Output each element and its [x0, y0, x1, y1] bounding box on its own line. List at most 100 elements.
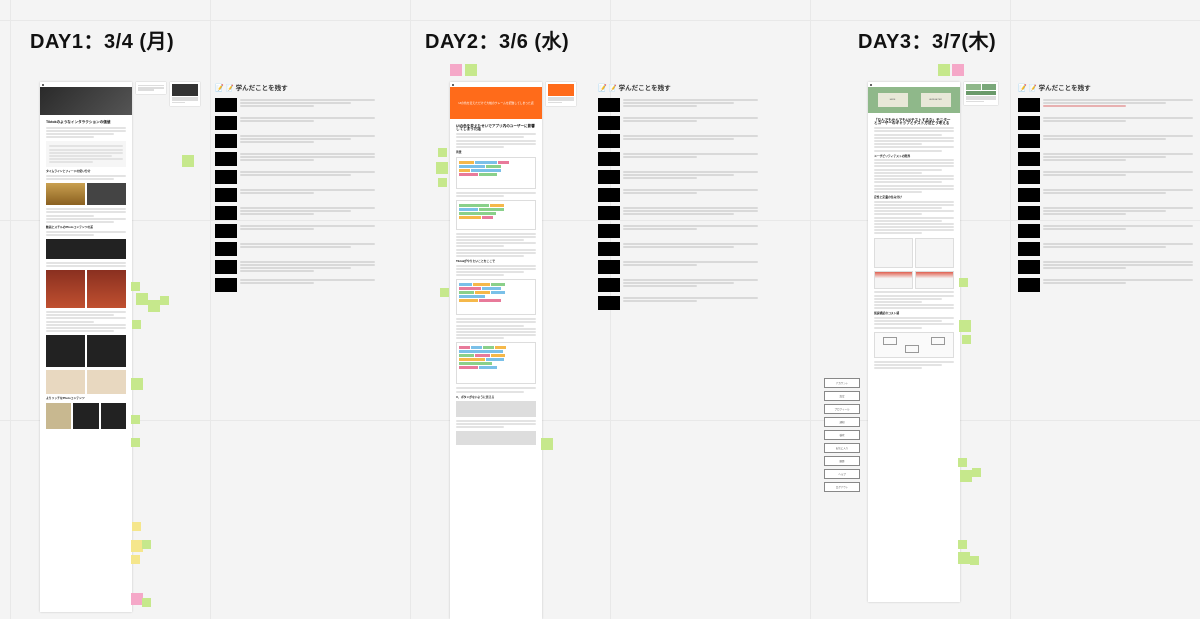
- sticky-note[interactable]: [131, 555, 140, 564]
- day1-section-3: よりリッチなPhotoコンテンツ: [46, 397, 126, 400]
- note-item[interactable]: [215, 152, 375, 166]
- note-item[interactable]: [215, 224, 375, 238]
- note-item[interactable]: [598, 98, 758, 112]
- note-item[interactable]: [1018, 224, 1193, 238]
- note-item[interactable]: [598, 296, 758, 310]
- label-item[interactable]: 設定: [824, 391, 860, 401]
- label-item[interactable]: プロフィール: [824, 404, 860, 414]
- note-item[interactable]: [598, 170, 758, 184]
- day1-sidecard-1[interactable]: [136, 82, 166, 94]
- sticky-note[interactable]: [160, 296, 169, 305]
- note-item[interactable]: [598, 152, 758, 166]
- sticky-note[interactable]: [440, 288, 449, 297]
- sticky-note[interactable]: [131, 378, 143, 390]
- note-item[interactable]: [598, 224, 758, 238]
- sticky-note[interactable]: [132, 522, 141, 531]
- sticky-note[interactable]: [962, 335, 971, 344]
- note-item[interactable]: [598, 242, 758, 256]
- day3-section-2: 定性と定量の住み分け: [874, 196, 954, 199]
- day2-headline: UIの色を変えたせいでアプリ内のユーザーに影響してしまった話: [456, 125, 536, 130]
- note-avatar: [215, 98, 237, 112]
- note-item[interactable]: [215, 278, 375, 292]
- sticky-note[interactable]: [959, 320, 971, 332]
- note-item[interactable]: [598, 278, 758, 292]
- note-item[interactable]: [1018, 188, 1193, 202]
- sticky-note[interactable]: [142, 540, 151, 549]
- note-item[interactable]: [598, 260, 758, 274]
- note-item[interactable]: [1018, 278, 1193, 292]
- sticky-note[interactable]: [436, 162, 448, 174]
- day2-sidecard[interactable]: [546, 82, 576, 106]
- note-item[interactable]: [1018, 242, 1193, 256]
- note-item[interactable]: [598, 206, 758, 220]
- note-item[interactable]: [215, 260, 375, 274]
- sticky-note[interactable]: [438, 148, 447, 157]
- sticky-note[interactable]: [131, 438, 140, 447]
- sticky-note[interactable]: [960, 470, 972, 482]
- day1-article-frame[interactable]: Tiktokのようなインタラクションの価値 タイムラインとフィードの使い分け 動…: [40, 82, 132, 612]
- day3-section-3: 仮説検証のコスト感: [874, 312, 954, 315]
- note-item[interactable]: [1018, 134, 1193, 148]
- day2-title: DAY2：3/6 (水): [425, 25, 569, 54]
- note-item[interactable]: [1018, 170, 1193, 184]
- note-item[interactable]: [1018, 260, 1193, 274]
- label-item[interactable]: 履歴: [824, 456, 860, 466]
- sticky-note[interactable]: [465, 64, 477, 76]
- day1-hero-image: [40, 87, 132, 115]
- note-item[interactable]: [598, 188, 758, 202]
- sticky-note[interactable]: [958, 552, 970, 564]
- note-item[interactable]: [598, 116, 758, 130]
- sticky-note[interactable]: [131, 415, 140, 424]
- sticky-note[interactable]: [972, 468, 981, 477]
- img-placeholder: [456, 342, 536, 384]
- figjam-canvas[interactable]: DAY1：3/4 (月) Tiktokのようなインタラクションの価値 タイムライ…: [0, 0, 1200, 619]
- sticky-note[interactable]: [182, 155, 194, 167]
- day1-sidecard-2[interactable]: [170, 82, 200, 106]
- note-item[interactable]: [215, 98, 375, 112]
- sticky-note[interactable]: [958, 540, 967, 549]
- sticky-note[interactable]: [148, 300, 160, 312]
- img-placeholder: [456, 401, 536, 417]
- day3-sidecard[interactable]: ▶: [964, 82, 998, 105]
- day2-article-frame[interactable]: UIの色を変えただけで大幅のクレームを招致してしまった話 UIの色を変えたせいで…: [450, 82, 542, 619]
- memo-icon: 📝: [1018, 85, 1027, 92]
- memo-icon: 📝: [598, 85, 607, 92]
- note-item[interactable]: [215, 170, 375, 184]
- sticky-note[interactable]: [958, 458, 967, 467]
- sticky-note[interactable]: [938, 64, 950, 76]
- day3-headline: 「なんでもかんでもUXテストするな」モニターとユーザーのギャップとテスト方法どう…: [874, 119, 954, 124]
- day3-article-frame[interactable]: HERE HERE AFTER 「なんでもかんでもUXテストするな」モニターとユ…: [868, 82, 960, 602]
- sticky-note[interactable]: [541, 438, 553, 450]
- note-item[interactable]: [1018, 98, 1193, 112]
- sticky-note[interactable]: [438, 178, 447, 187]
- label-item[interactable]: ヘルプ: [824, 469, 860, 479]
- sticky-note[interactable]: [142, 598, 151, 607]
- day2-notes-column: 📝📝 学んだことを残す: [598, 82, 758, 314]
- sticky-note[interactable]: [136, 293, 148, 305]
- label-item[interactable]: ログアウト: [824, 482, 860, 492]
- note-item[interactable]: [215, 188, 375, 202]
- label-item[interactable]: お気に入り: [824, 443, 860, 453]
- note-item[interactable]: [1018, 206, 1193, 220]
- note-item[interactable]: [598, 134, 758, 148]
- sticky-note[interactable]: [959, 278, 968, 287]
- sticky-note[interactable]: [450, 64, 462, 76]
- img-placeholder: [456, 200, 536, 230]
- sticky-note[interactable]: [132, 320, 141, 329]
- day2-section-1: 背景: [456, 151, 536, 154]
- sticky-note[interactable]: [952, 64, 964, 76]
- note-item[interactable]: [215, 116, 375, 130]
- note-item[interactable]: [1018, 152, 1193, 166]
- day1-title: DAY1：3/4 (月): [30, 25, 174, 54]
- label-item[interactable]: 検索: [824, 430, 860, 440]
- note-item[interactable]: [1018, 116, 1193, 130]
- label-item[interactable]: 通知: [824, 417, 860, 427]
- day3-section-1: ユーザビリティテストの限界: [874, 155, 954, 158]
- note-item[interactable]: [215, 242, 375, 256]
- note-item[interactable]: [215, 206, 375, 220]
- sticky-note[interactable]: [970, 556, 979, 565]
- notes-title-text: 📝 学んだことを残す: [226, 85, 288, 92]
- label-item[interactable]: アカウント: [824, 378, 860, 388]
- note-item[interactable]: [215, 134, 375, 148]
- sticky-note[interactable]: [131, 282, 140, 291]
